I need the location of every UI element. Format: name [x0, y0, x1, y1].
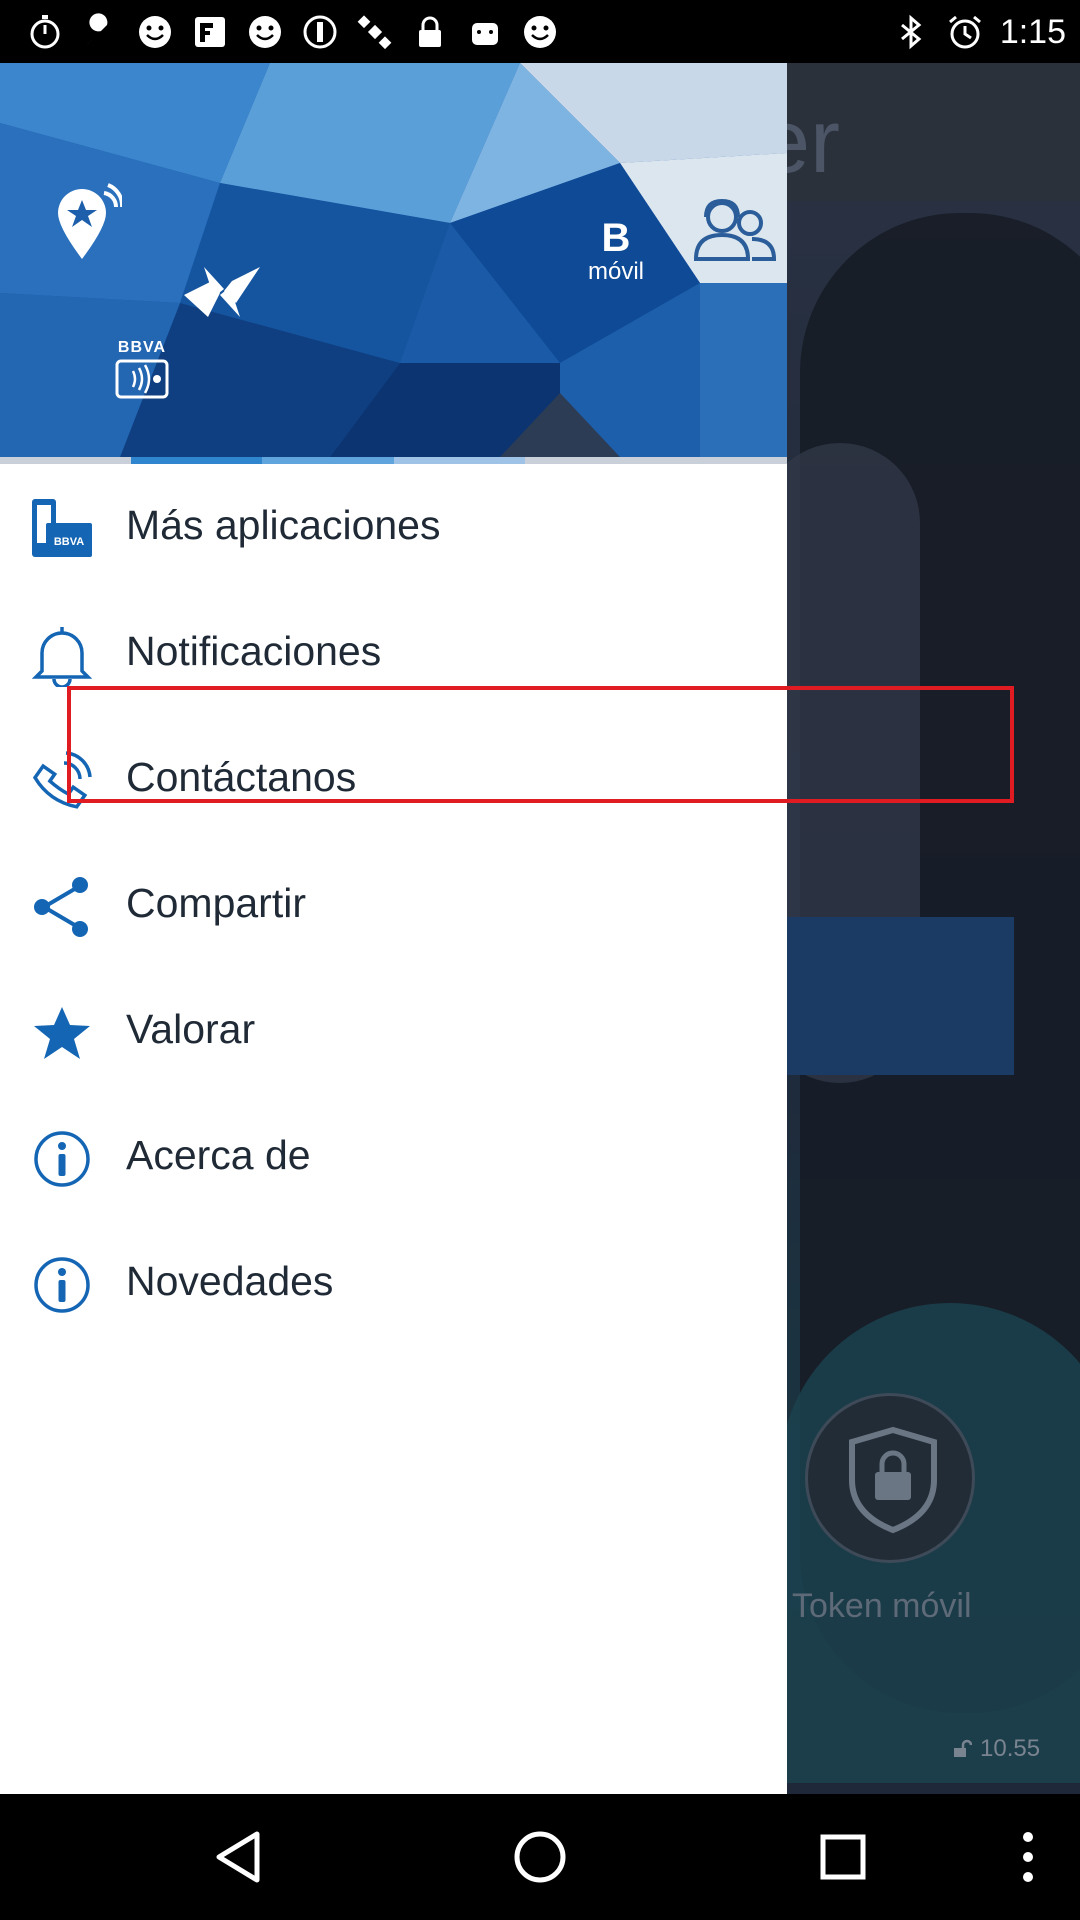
- indicator-segment: [655, 457, 787, 464]
- back-triangle-icon: [216, 1831, 260, 1883]
- menu-item-novedades[interactable]: Novedades: [0, 1220, 787, 1346]
- recents-button[interactable]: [793, 1794, 893, 1920]
- bbva-wallet-logo: BBVA: [110, 339, 174, 406]
- unlock-icon: [954, 1739, 972, 1757]
- no-entry-icon: [303, 15, 337, 49]
- bell-icon: [31, 627, 93, 687]
- home-button[interactable]: [490, 1794, 590, 1920]
- star-icon: [34, 1007, 90, 1059]
- menu-item-label: Más aplicaciones: [126, 502, 441, 548]
- contactless-card-icon: [115, 359, 169, 399]
- transfer-icon: [184, 267, 260, 317]
- lock-icon: [419, 16, 441, 47]
- token-movil-label: Token móvil: [792, 1587, 972, 1625]
- indicator-segment: [393, 457, 525, 464]
- highlight-annotation-box: [67, 686, 1014, 803]
- shield-lock-icon: [849, 1426, 937, 1534]
- background-login-button: [760, 917, 1014, 1075]
- svg-text:BBVA: BBVA: [54, 536, 84, 548]
- app-version-number: 10.55: [980, 1735, 1041, 1762]
- token-movil-button: [805, 1393, 975, 1563]
- bbva-wallet-text: BBVA: [117, 339, 167, 356]
- smiley-icon: [524, 16, 556, 48]
- android-icon: [472, 23, 498, 45]
- menu-item-label: Acerca de: [126, 1132, 311, 1178]
- share-icon: [34, 877, 88, 937]
- app-version: 10.55: [952, 1735, 1040, 1763]
- status-time: 1:15: [999, 12, 1066, 51]
- navigation-bar: [0, 1794, 1080, 1920]
- info-icon: [34, 1257, 90, 1313]
- smiley-icon: [249, 16, 281, 48]
- wrench-icon: [87, 13, 108, 45]
- bmovil-logo: B móvil: [576, 217, 656, 285]
- back-button[interactable]: [188, 1794, 288, 1920]
- indicator-segment: [262, 457, 394, 464]
- bluetooth-icon: [900, 14, 922, 50]
- bmovil-text: móvil: [587, 258, 644, 285]
- drawer-header: B móvil BBVA: [0, 63, 787, 457]
- bbva-apps-icon: BBVA: [32, 499, 92, 557]
- more-vert-icon: [1023, 1832, 1033, 1882]
- navigation-drawer: B móvil BBVA BBVA Más aplicaciones Notif…: [0, 63, 787, 1794]
- menu-item-label: Novedades: [126, 1258, 334, 1304]
- menu-item-mas-aplicaciones[interactable]: BBVA Más aplicaciones: [0, 464, 787, 590]
- indicator-segment: [0, 457, 132, 464]
- recents-square-icon: [820, 1834, 866, 1880]
- menu-item-valorar[interactable]: Valorar: [0, 968, 787, 1094]
- location-star-icon: [58, 183, 122, 259]
- status-icons-left: [26, 10, 559, 54]
- stopwatch-icon: [30, 15, 60, 49]
- status-icons-right: 1:15: [892, 10, 1066, 54]
- menu-item-label: Compartir: [126, 880, 306, 926]
- indicator-segment: [524, 457, 656, 464]
- menu-item-compartir[interactable]: Compartir: [0, 842, 787, 968]
- bmovil-b: B: [601, 216, 631, 260]
- menu-item-label: Valorar: [126, 1006, 256, 1052]
- overflow-menu-button[interactable]: [1000, 1794, 1056, 1920]
- indicator-segment-active: [131, 457, 263, 464]
- contacts-support-icon: [693, 198, 776, 261]
- info-icon: [34, 1131, 90, 1187]
- home-circle-icon: [514, 1831, 566, 1883]
- alarm-icon: [948, 15, 981, 49]
- smiley-icon: [139, 16, 171, 48]
- fake-gps-icon: [357, 15, 392, 50]
- menu-item-acerca-de[interactable]: Acerca de: [0, 1094, 787, 1220]
- status-bar: 1:15: [0, 0, 1080, 63]
- header-page-indicator: [0, 457, 787, 464]
- fakeapp-icon: [195, 17, 225, 47]
- menu-item-label: Notificaciones: [126, 628, 382, 674]
